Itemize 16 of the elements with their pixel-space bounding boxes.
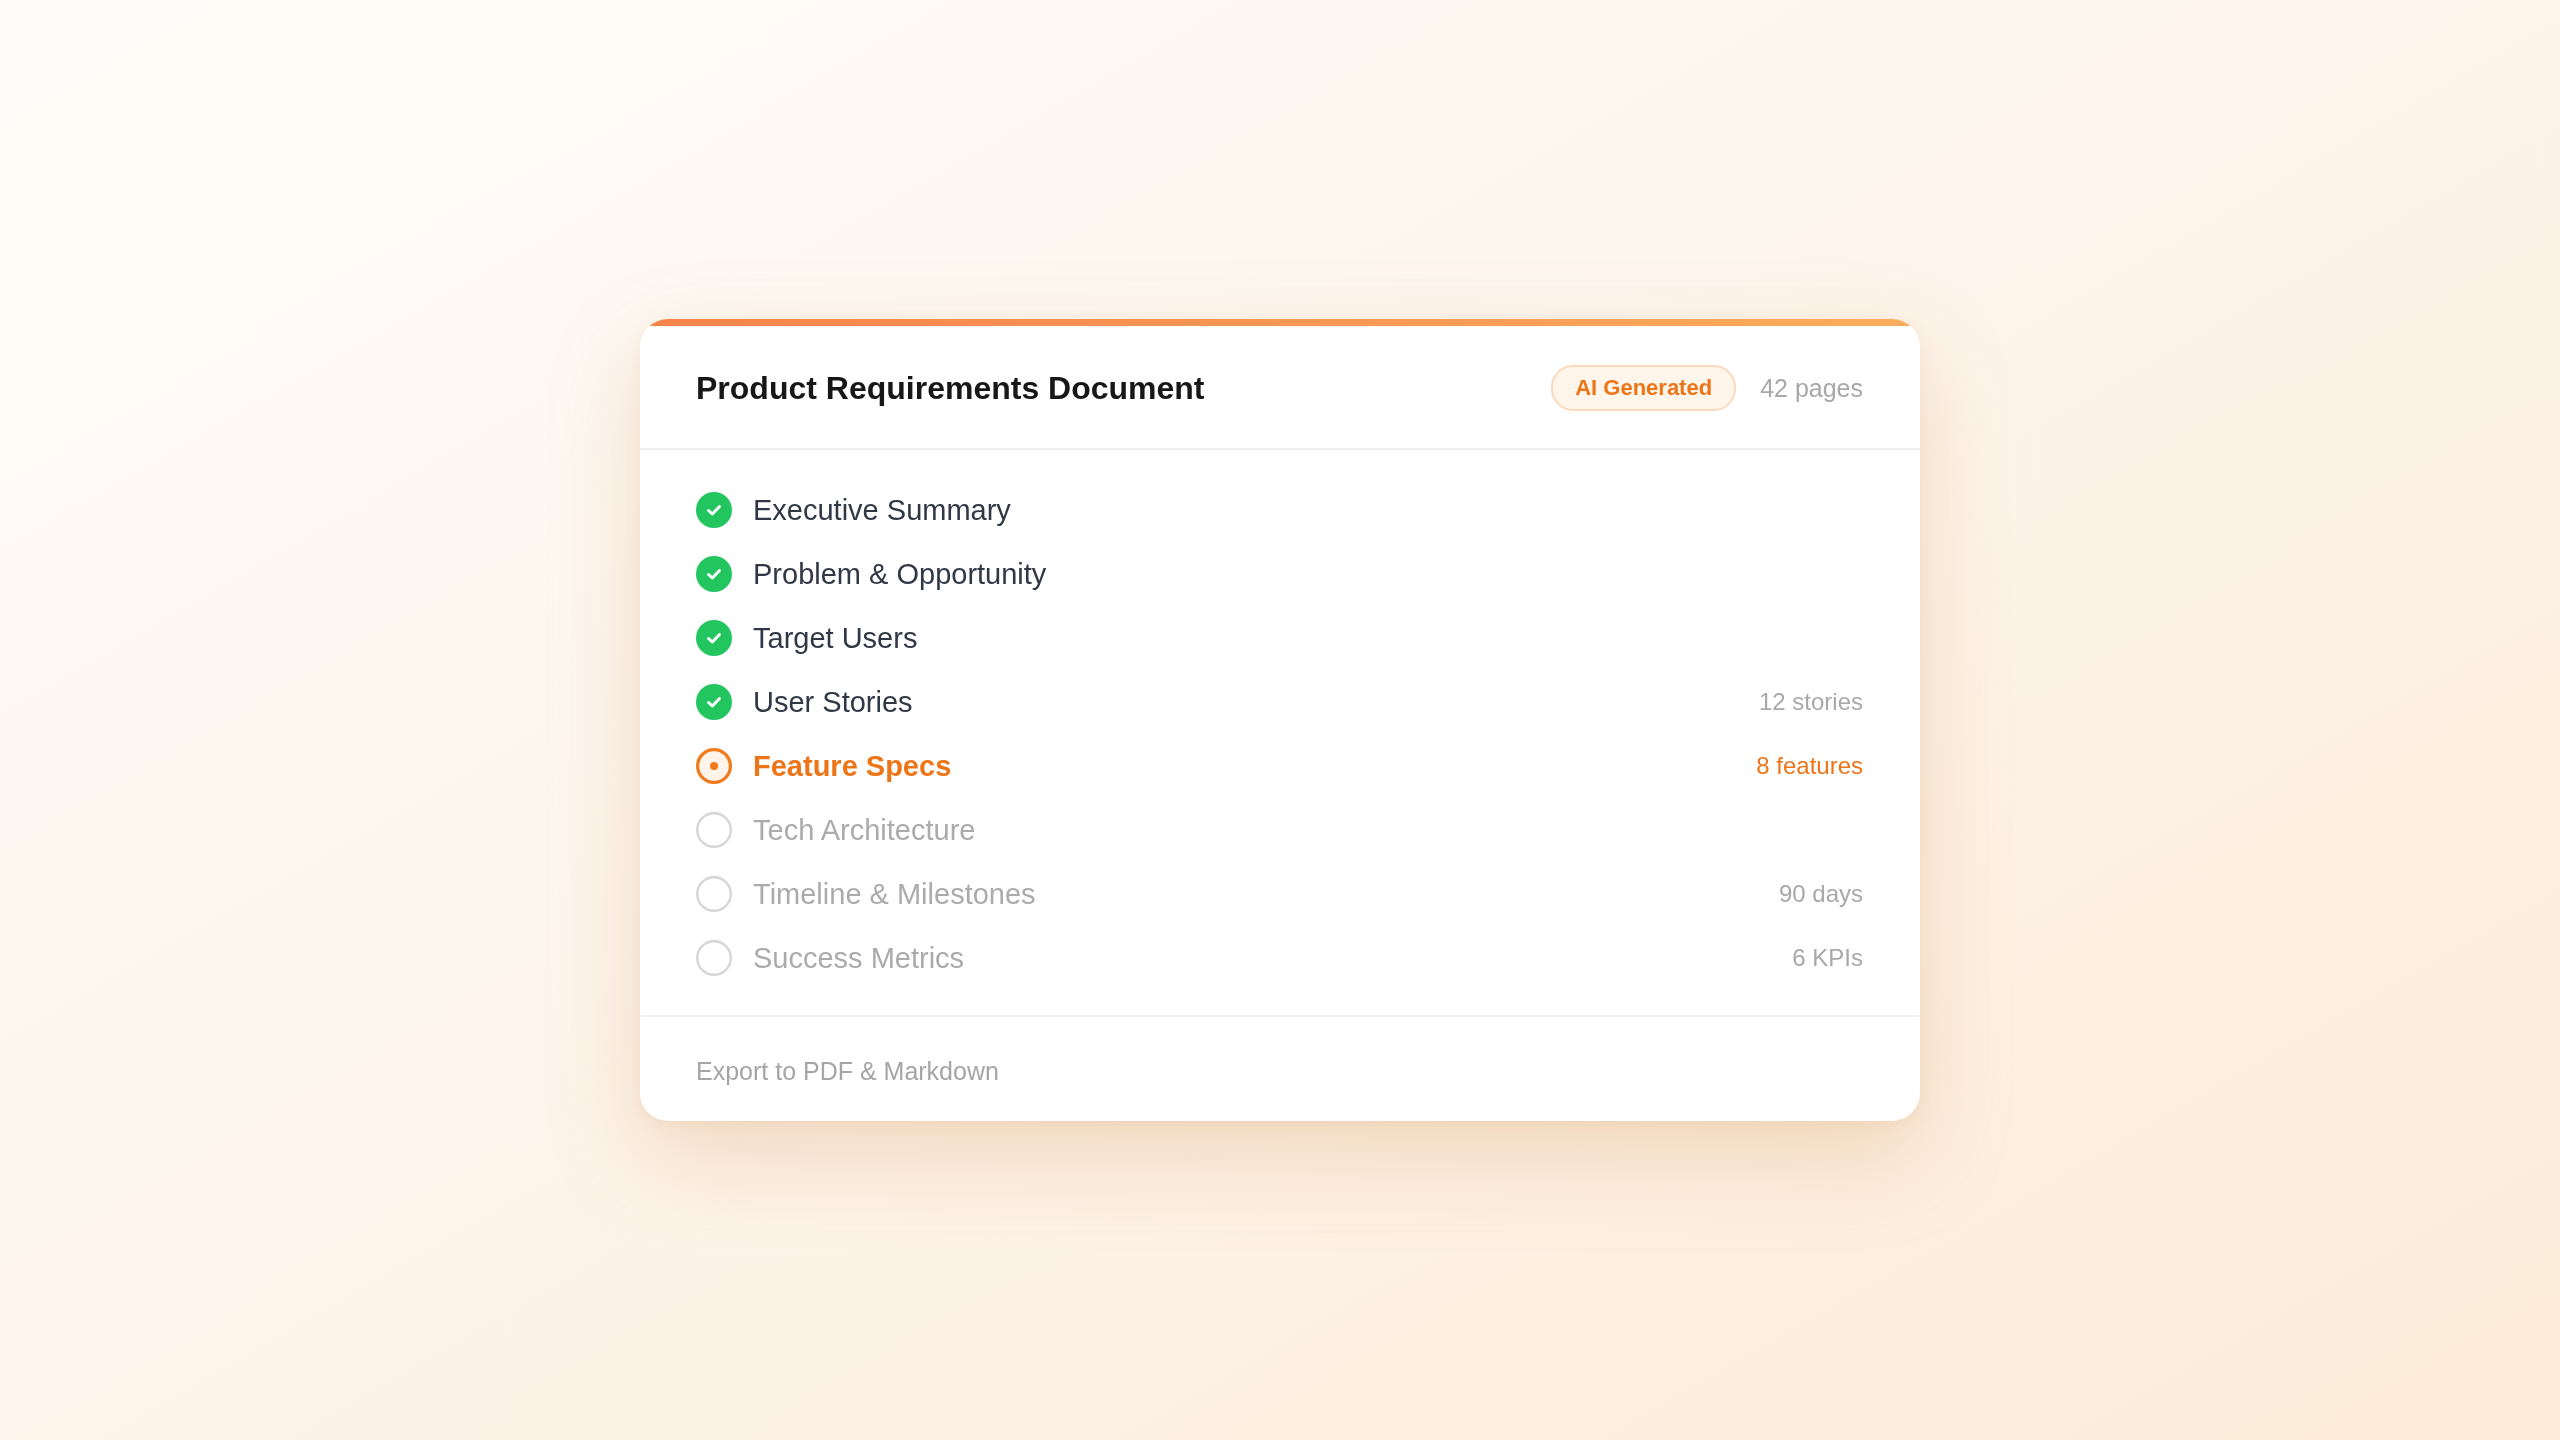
section-label: Timeline & Milestones [753,877,1036,911]
section-label: Tech Architecture [753,813,976,847]
document-title: Product Requirements Document [696,369,1205,407]
section-label: Feature Specs [753,749,952,783]
section-label: Executive Summary [753,493,1011,527]
section-meta: 8 features [1756,752,1863,780]
section-meta: 6 KPIs [1792,944,1863,972]
section-label: Target Users [753,621,918,655]
ai-generated-badge: AI Generated [1551,365,1737,411]
export-note: Export to PDF & Markdown [696,1057,999,1086]
page-count: 42 pages [1760,373,1863,403]
section-meta: 90 days [1778,880,1863,908]
section-meta: 12 stories [1758,688,1863,716]
section-label: User Stories [753,685,913,719]
section-label: Success Metrics [753,941,965,975]
section-label: Problem & Opportunity [753,557,1047,591]
